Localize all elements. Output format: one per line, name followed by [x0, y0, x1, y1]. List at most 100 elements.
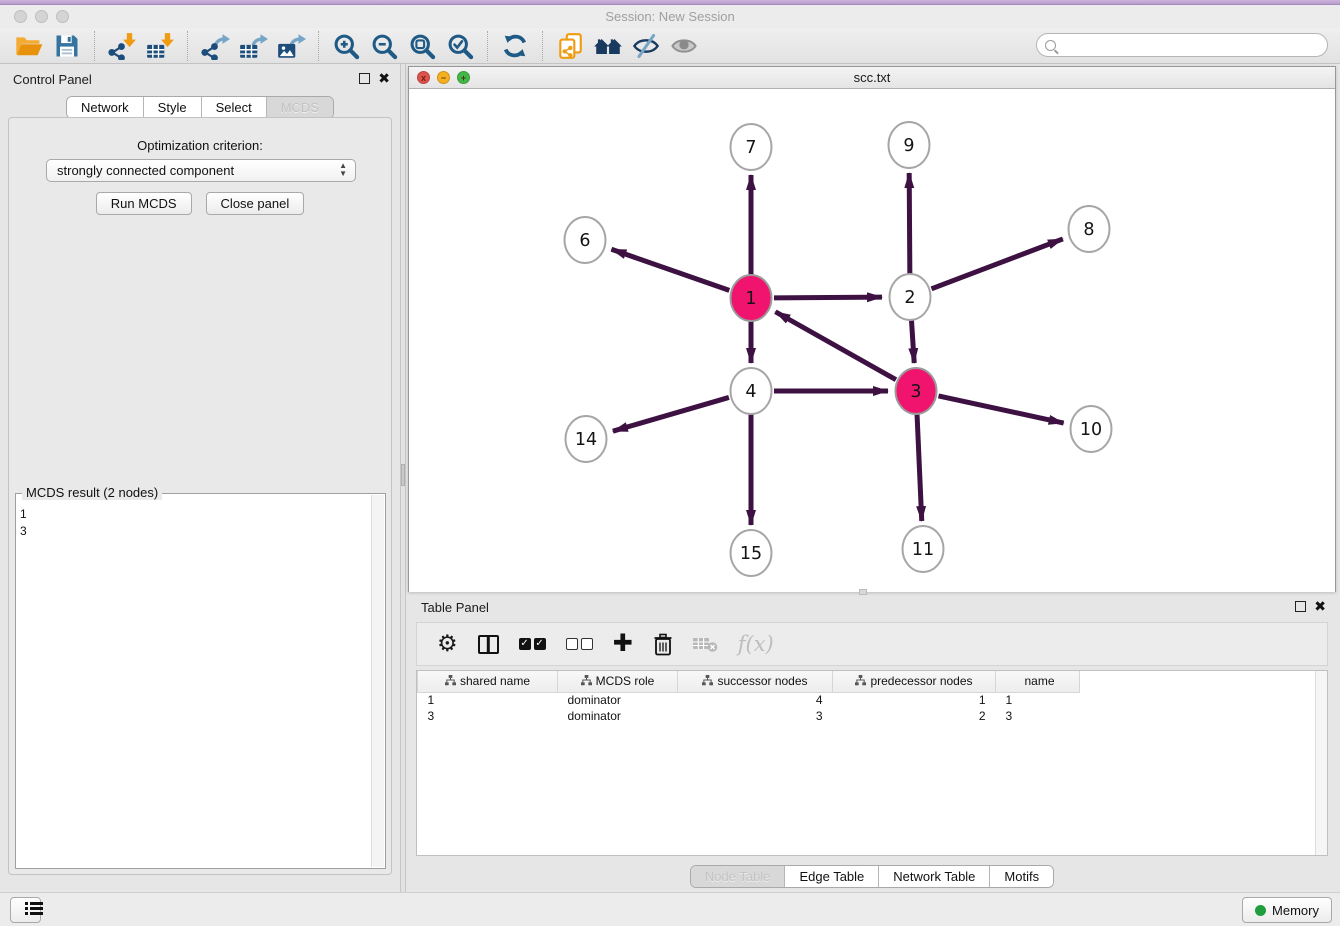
edge-1-6[interactable]	[611, 249, 729, 290]
show-columns-icon[interactable]	[478, 635, 499, 654]
cell-shared_name[interactable]: 3	[418, 708, 558, 724]
memory-button[interactable]: Memory	[1242, 897, 1332, 923]
mcds-result-text: 13	[20, 506, 369, 866]
edge-3-1[interactable]	[775, 312, 896, 380]
edge-1-2[interactable]	[774, 297, 882, 298]
column-header-predecessor-nodes[interactable]: predecessor nodes	[833, 671, 996, 692]
network-canvas[interactable]: 7 9 6 8 1 2 4 3 14 10 15 11	[409, 89, 1335, 592]
graph-node-4[interactable]: 4	[731, 368, 772, 414]
edge-3-10[interactable]	[938, 396, 1063, 423]
cell-predecessor[interactable]: 1	[833, 692, 996, 708]
cell-predecessor[interactable]: 2	[833, 708, 996, 724]
tab-mcds[interactable]: MCDS	[267, 97, 333, 118]
close-panel-icon[interactable]: ✖	[1314, 601, 1326, 612]
tab-network-table[interactable]: Network Table	[879, 866, 990, 887]
cell-successor[interactable]: 4	[678, 692, 833, 708]
column-header-name[interactable]: name	[996, 671, 1080, 692]
network-window-titlebar[interactable]: x − + scc.txt	[409, 67, 1335, 89]
float-panel-icon[interactable]	[1295, 601, 1306, 612]
export-image-icon[interactable]	[274, 31, 308, 61]
column-header-shared-name[interactable]: shared name	[418, 671, 558, 692]
duplicate-network-icon[interactable]	[553, 31, 587, 61]
tab-network[interactable]: Network	[67, 97, 144, 118]
function-builder-icon[interactable]: f(x)	[738, 632, 774, 656]
delete-table-icon[interactable]	[693, 636, 718, 653]
close-panel-icon[interactable]: ✖	[378, 73, 390, 84]
zoom-fit-icon[interactable]	[405, 31, 439, 61]
criterion-dropdown[interactable]: strongly connected component ▲▼	[46, 159, 356, 182]
graph-node-3[interactable]: 3	[896, 368, 937, 414]
zoom-out-icon[interactable]	[367, 31, 401, 61]
tab-node-table[interactable]: Node Table	[691, 866, 786, 887]
canvas-splitter-handle[interactable]	[859, 589, 867, 595]
close-panel-button[interactable]: Close panel	[206, 192, 305, 215]
add-column-icon[interactable]: ✚	[613, 634, 633, 654]
run-mcds-button[interactable]: Run MCDS	[96, 192, 192, 215]
mcds-result-line: 1	[20, 506, 369, 523]
graph-node-7[interactable]: 7	[731, 124, 772, 170]
result-scrollbar[interactable]	[371, 495, 384, 867]
column-header-mcds-role[interactable]: MCDS role	[558, 671, 678, 692]
toolbar-separator	[487, 31, 488, 61]
cell-name[interactable]: 1	[996, 692, 1080, 708]
edge-2-3[interactable]	[911, 320, 914, 363]
float-panel-icon[interactable]	[359, 73, 370, 84]
table-settings-gear-icon[interactable]: ⚙	[437, 631, 458, 657]
graph-node-6[interactable]: 6	[565, 217, 606, 263]
node-label: 11	[912, 540, 934, 560]
export-network-icon[interactable]	[198, 31, 232, 61]
toolbar-separator	[94, 31, 95, 61]
export-table-icon[interactable]	[236, 31, 270, 61]
tab-edge-table[interactable]: Edge Table	[785, 866, 879, 887]
edge-2-8[interactable]	[932, 239, 1063, 289]
cell-name[interactable]: 3	[996, 708, 1080, 724]
graph-node-9[interactable]: 9	[889, 122, 930, 168]
show-panels-eye-icon[interactable]	[667, 31, 701, 61]
open-session-icon[interactable]	[12, 31, 46, 61]
cell-successor[interactable]: 3	[678, 708, 833, 724]
zoom-selected-icon[interactable]	[443, 31, 477, 61]
column-header-successor-nodes[interactable]: successor nodes	[678, 671, 833, 692]
import-table-icon[interactable]	[143, 31, 177, 61]
edge-4-14[interactable]	[613, 397, 729, 431]
vertical-splitter[interactable]	[400, 64, 406, 892]
table-row[interactable]: 1dominator411	[418, 692, 1080, 708]
table-row[interactable]: 3dominator323	[418, 708, 1080, 724]
tab-select[interactable]: Select	[202, 97, 267, 118]
memory-status-dot	[1255, 905, 1266, 916]
network-maximize-button[interactable]: +	[457, 71, 470, 84]
hide-panels-eye-slash-icon[interactable]	[629, 31, 663, 61]
graph-node-14[interactable]: 14	[566, 416, 607, 462]
zoom-in-icon[interactable]	[329, 31, 363, 61]
cell-shared_name[interactable]: 1	[418, 692, 558, 708]
table-scrollbar[interactable]	[1315, 671, 1327, 855]
network-minimize-button[interactable]: −	[437, 71, 450, 84]
task-history-list-icon[interactable]	[10, 897, 41, 923]
mcds-result-box: MCDS result (2 nodes) 13	[15, 493, 386, 869]
tab-style[interactable]: Style	[144, 97, 202, 118]
import-network-icon[interactable]	[105, 31, 139, 61]
graph-node-11[interactable]: 11	[903, 526, 944, 572]
search-input[interactable]	[1036, 33, 1328, 57]
deselect-all-columns-icon[interactable]	[566, 638, 593, 650]
network-close-button[interactable]: x	[417, 71, 430, 84]
splitter-handle[interactable]	[401, 464, 405, 486]
cell-mcds_role[interactable]: dominator	[558, 708, 678, 724]
graph-node-10[interactable]: 10	[1071, 406, 1112, 452]
edge-2-9[interactable]	[909, 173, 910, 274]
graph-node-2[interactable]: 2	[890, 274, 931, 320]
select-all-columns-icon[interactable]: ✓✓	[519, 638, 546, 650]
mcds-panel: Optimization criterion: strongly connect…	[8, 117, 392, 875]
graph-node-8[interactable]: 8	[1069, 206, 1110, 252]
graph-node-15[interactable]: 15	[731, 530, 772, 576]
graph-node-1[interactable]: 1	[731, 275, 772, 321]
tab-motifs[interactable]: Motifs	[990, 866, 1053, 887]
delete-column-trash-icon[interactable]	[653, 633, 673, 656]
network-graph[interactable]: 7 9 6 8 1 2 4 3 14 10 15 11	[409, 89, 1335, 592]
cell-mcds_role[interactable]: dominator	[558, 692, 678, 708]
edge-3-11[interactable]	[917, 414, 922, 521]
network-window-title: scc.txt	[409, 67, 1335, 85]
refresh-layout-icon[interactable]	[498, 31, 532, 61]
home-icon[interactable]	[591, 31, 625, 61]
save-session-icon[interactable]	[50, 31, 84, 61]
